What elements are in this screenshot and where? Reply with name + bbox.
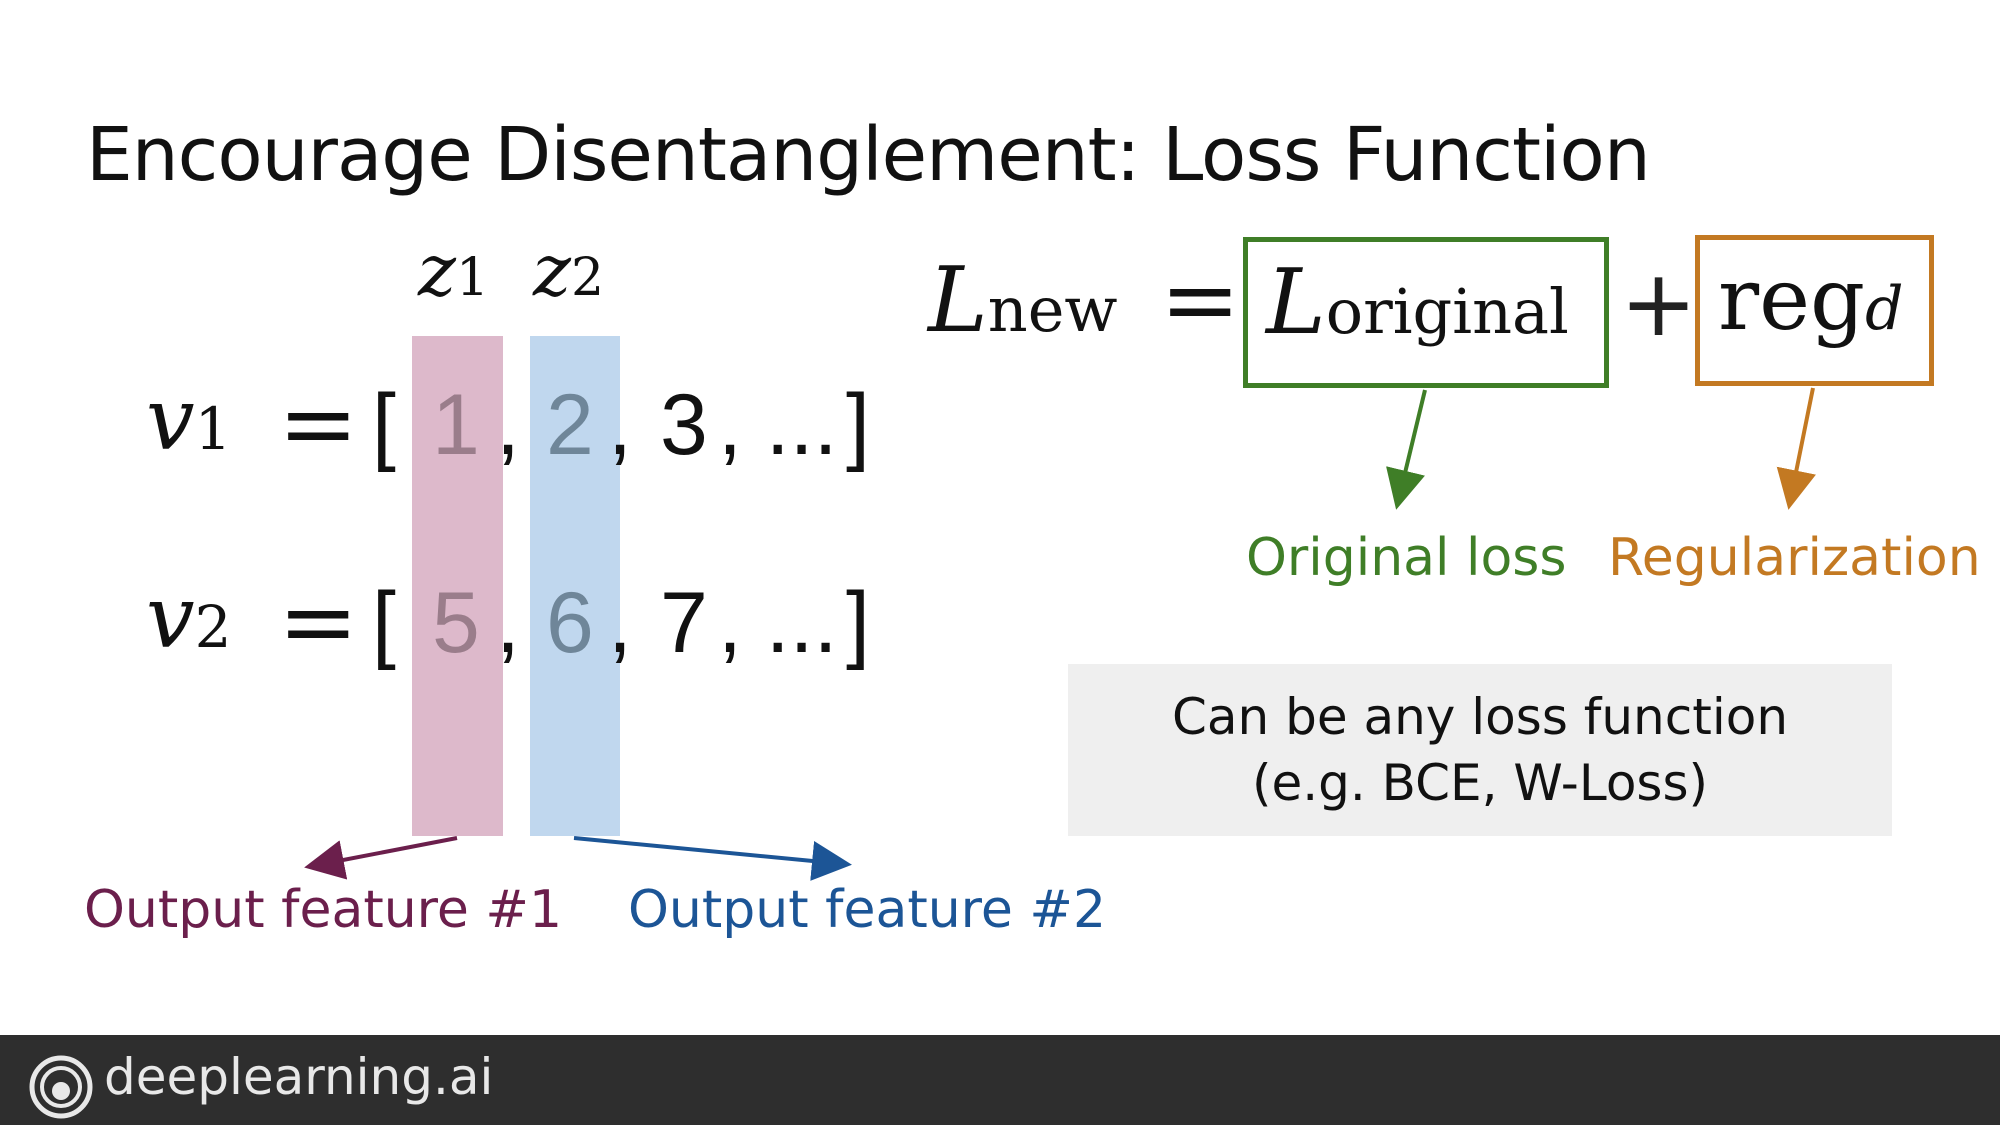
arrow-layer — [304, 387, 1816, 881]
output-feature-2-arrow — [573, 836, 852, 881]
deeplearning-logo-icon — [29, 1055, 93, 1119]
output-feature-1-arrow — [304, 836, 458, 880]
original-loss-arrow — [1386, 389, 1427, 510]
brand-name: deeplearning.ai — [104, 1048, 494, 1106]
regularization-arrow — [1776, 387, 1816, 510]
